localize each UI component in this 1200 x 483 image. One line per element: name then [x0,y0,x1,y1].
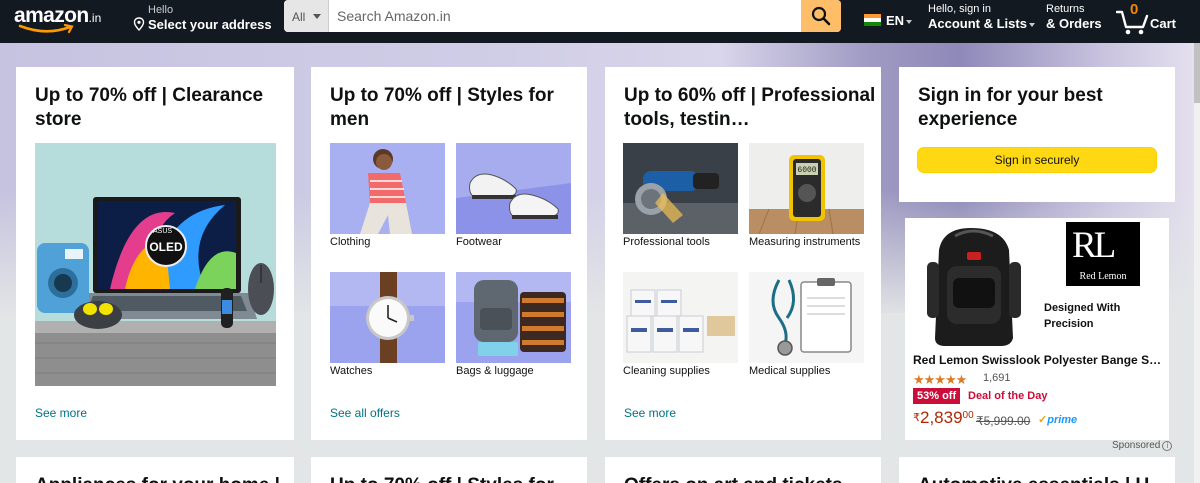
card-row2-1: Appliances for your home | [16,457,294,483]
smile-logo-icon [18,24,74,34]
clearance-image[interactable]: OLED ASUS [35,143,276,386]
search-input[interactable] [329,0,801,32]
professional-tools-image[interactable] [623,143,738,234]
category-label: Footwear [456,236,502,248]
page-scrollbar[interactable] [1194,43,1200,483]
card-clearance-store: Up to 70% off | Clearance store OLED ASU… [16,67,294,440]
card-title: Offers on art and tickets [624,475,843,483]
card-title: Automotive essentials | U [918,475,1149,483]
scrollbar-thumb[interactable] [1194,43,1200,103]
cleaning-supplies-image[interactable] [623,272,738,363]
card-title: Up to 70% off | Styles for men [330,85,554,130]
card-title: Up to 70% off | Clearance store [35,85,264,130]
location-pin-icon [133,17,145,31]
chevron-down-icon [1028,22,1035,27]
category-label: Watches [330,365,373,377]
prime-check-icon: ✓ [1038,414,1048,426]
see-more-link[interactable]: See more [624,406,676,420]
svg-text:6000: 6000 [797,166,816,175]
star-rating-icon: ★★★★★ [913,372,967,387]
search-bar: All [284,0,841,32]
deliver-to-address[interactable]: Hello Select your address [133,3,272,39]
card-professional-tools: Up to 60% off | Professional tools, test… [605,67,881,440]
india-flag-icon [864,14,881,26]
amazon-logo[interactable]: amazon.in [14,4,124,38]
category-label: Bags & luggage [456,365,534,377]
sponsored-product-ad[interactable]: RL Red Lemon Designed With Precision Red… [905,218,1169,440]
address-prompt: Select your address [148,17,272,32]
watches-image[interactable] [330,272,445,363]
ad-product-title[interactable]: Red Lemon Swisslook Polyester Bange Seri… [913,353,1165,367]
svg-text:ASUS: ASUS [153,228,172,235]
search-category-dropdown[interactable]: All [284,0,329,32]
category-label: Professional tools [623,236,710,248]
address-greeting: Hello [148,4,174,16]
card-row2-2: Up to 70% off | Styles for [311,457,587,483]
card-title: Appliances for your home | [35,475,280,483]
red-lemon-brand-logo: RL Red Lemon [1066,222,1140,286]
card-row2-3: Offers on art and tickets [605,457,881,483]
card-styles-for-men: Up to 70% off | Styles for men Clothing … [311,67,587,440]
rating-count[interactable]: 1,691 [983,372,1011,384]
medical-supplies-image[interactable] [749,272,864,363]
category-label: Measuring instruments [749,236,861,248]
card-sign-in: Sign in for your best experience Sign in… [899,67,1175,202]
returns-and-orders[interactable]: Returns & Orders [1046,3,1102,32]
search-category-label: All [292,10,306,24]
ad-price: ₹2,83900 [913,408,974,427]
category-label: Cleaning supplies [623,365,710,377]
top-nav-bar: amazon.in Hello Select your address All [0,0,1200,43]
backpack-image[interactable] [919,222,1029,348]
account-greeting: Hello, sign in [928,3,991,15]
see-more-link[interactable]: See more [35,406,87,420]
card-title: Sign in for your best experience [918,85,1103,130]
cart-label: Cart [1150,16,1177,31]
clothing-image[interactable] [330,143,445,234]
prime-badge: ✓prime [1038,414,1078,426]
measuring-instruments-image[interactable]: 6000 [749,143,864,234]
account-label: Account & Lists [928,16,1027,31]
svg-text:OLED: OLED [149,240,183,254]
category-label: Clothing [330,236,371,248]
ad-tagline: Designed With Precision [1044,302,1121,330]
account-and-lists[interactable]: Hello, sign in Account & Lists [928,3,1035,32]
search-button[interactable] [801,0,841,32]
category-label: Medical supplies [749,365,831,377]
discount-badge: 53% off [913,388,961,404]
card-row2-4: Automotive essentials | U [899,457,1175,483]
footwear-image[interactable] [456,143,571,234]
chevron-down-icon [313,14,321,19]
cart-button[interactable]: 0 Cart [1116,1,1200,40]
see-all-offers-link[interactable]: See all offers [330,406,400,420]
card-title: Up to 60% off | Professional tools, test… [624,85,876,130]
list-price: ₹5,999.00 [976,414,1031,428]
info-icon: i [1162,441,1173,451]
returns-label: Returns [1046,3,1085,15]
sponsored-label[interactable]: Sponsored i [1112,440,1173,451]
language-label: EN [886,13,905,28]
card-title: Up to 70% off | Styles for [330,475,554,483]
cart-count: 0 [1130,1,1139,18]
orders-label: & Orders [1046,16,1102,31]
search-icon [811,6,831,26]
chevron-down-icon [906,19,913,24]
deal-of-the-day-label: Deal of the Day [968,390,1048,402]
bags-luggage-image[interactable] [456,272,571,363]
sign-in-securely-button[interactable]: Sign in securely [917,147,1157,173]
